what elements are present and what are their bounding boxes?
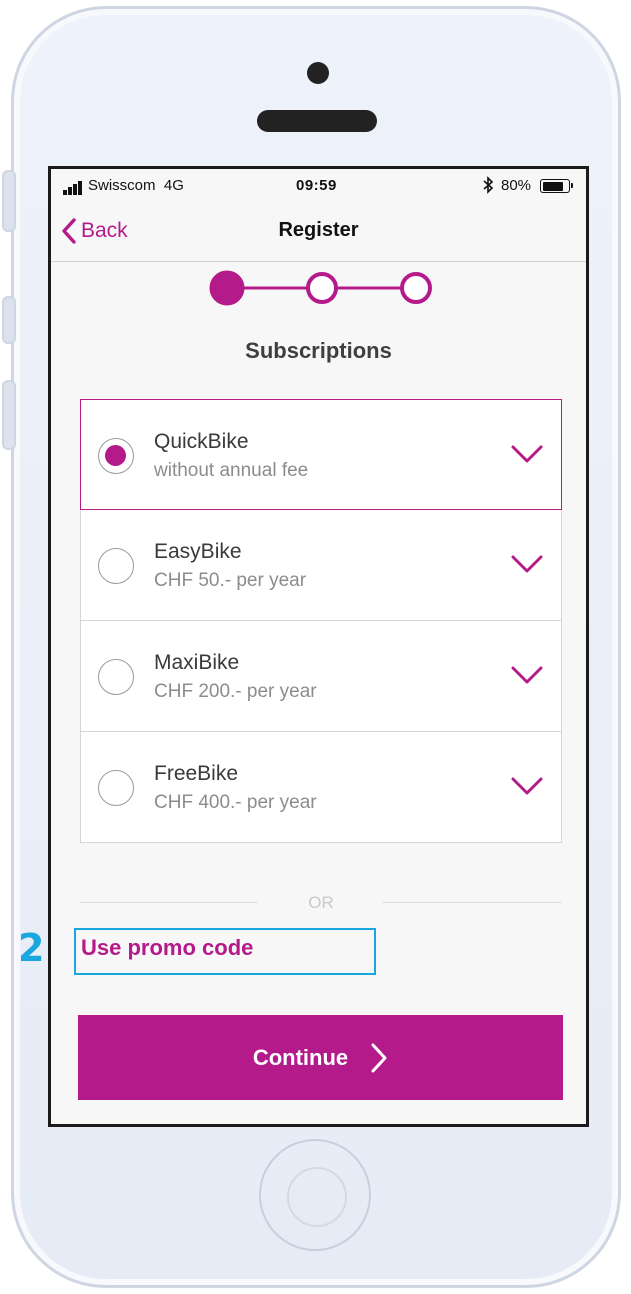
radio-button[interactable] xyxy=(98,548,134,584)
plan-name: FreeBike xyxy=(154,762,239,785)
carrier-network: Swisscom 4G xyxy=(88,177,184,194)
volume-up-button xyxy=(2,296,16,344)
plan-price: CHF 200.- per year xyxy=(154,681,317,702)
plan-price: CHF 50.- per year xyxy=(154,570,307,591)
navigation-bar: Back Register xyxy=(51,205,586,262)
step-2-dot xyxy=(306,272,338,304)
or-label: OR xyxy=(308,893,334,912)
annotation-marker: 2 xyxy=(18,926,45,970)
status-bar: Swisscom 4G 09:59 80% xyxy=(51,169,586,205)
home-button[interactable] xyxy=(259,1139,371,1251)
divider-line-right xyxy=(382,902,562,903)
chevron-right-icon xyxy=(371,1043,387,1072)
carrier-name: Swisscom xyxy=(88,177,156,194)
section-title: Subscriptions xyxy=(245,338,392,363)
signal-icon xyxy=(63,181,89,195)
plan-price: CHF 400.- per year xyxy=(154,792,317,813)
bluetooth-icon xyxy=(483,176,494,198)
radio-button[interactable] xyxy=(98,659,134,695)
plan-option-easybike[interactable]: EasyBike CHF 50.- per year xyxy=(80,510,562,621)
step-1-dot xyxy=(209,270,245,306)
chevron-down-icon[interactable] xyxy=(511,665,543,685)
chevron-down-icon[interactable] xyxy=(511,444,543,464)
or-divider: OR xyxy=(80,891,562,915)
plan-option-maxibike[interactable]: MaxiBike CHF 200.- per year xyxy=(80,621,562,732)
continue-label: Continue xyxy=(252,1044,349,1070)
mute-switch xyxy=(2,170,16,232)
plan-option-freebike[interactable]: FreeBike CHF 400.- per year xyxy=(80,732,562,843)
front-camera xyxy=(307,62,329,84)
earpiece-speaker xyxy=(257,110,377,132)
continue-button[interactable]: Continue xyxy=(78,1015,563,1100)
step-indicator xyxy=(209,270,435,306)
radio-button[interactable] xyxy=(98,438,134,474)
plan-name: EasyBike xyxy=(154,540,242,563)
network-type: 4G xyxy=(163,177,184,194)
plan-option-quickbike[interactable]: QuickBike without annual fee xyxy=(80,399,562,510)
subscription-list: QuickBike without annual fee EasyBike CH… xyxy=(80,399,562,843)
step-3-dot xyxy=(400,272,432,304)
promo-code-link[interactable]: Use promo code xyxy=(81,935,253,961)
plan-name: MaxiBike xyxy=(154,651,240,674)
radio-button[interactable] xyxy=(98,770,134,806)
plan-name: QuickBike xyxy=(154,430,249,453)
battery-icon xyxy=(540,179,573,193)
promo-code-highlight: Use promo code xyxy=(74,928,376,975)
chevron-down-icon[interactable] xyxy=(511,554,543,574)
volume-down-button xyxy=(2,380,16,450)
phone-screen: Swisscom 4G 09:59 80% Back Register Subs… xyxy=(48,166,589,1127)
battery-percentage: 80% xyxy=(501,177,532,194)
chevron-down-icon[interactable] xyxy=(511,776,543,796)
status-time: 09:59 xyxy=(296,177,337,194)
page-title: Register xyxy=(278,219,359,241)
plan-price: without annual fee xyxy=(154,460,309,481)
